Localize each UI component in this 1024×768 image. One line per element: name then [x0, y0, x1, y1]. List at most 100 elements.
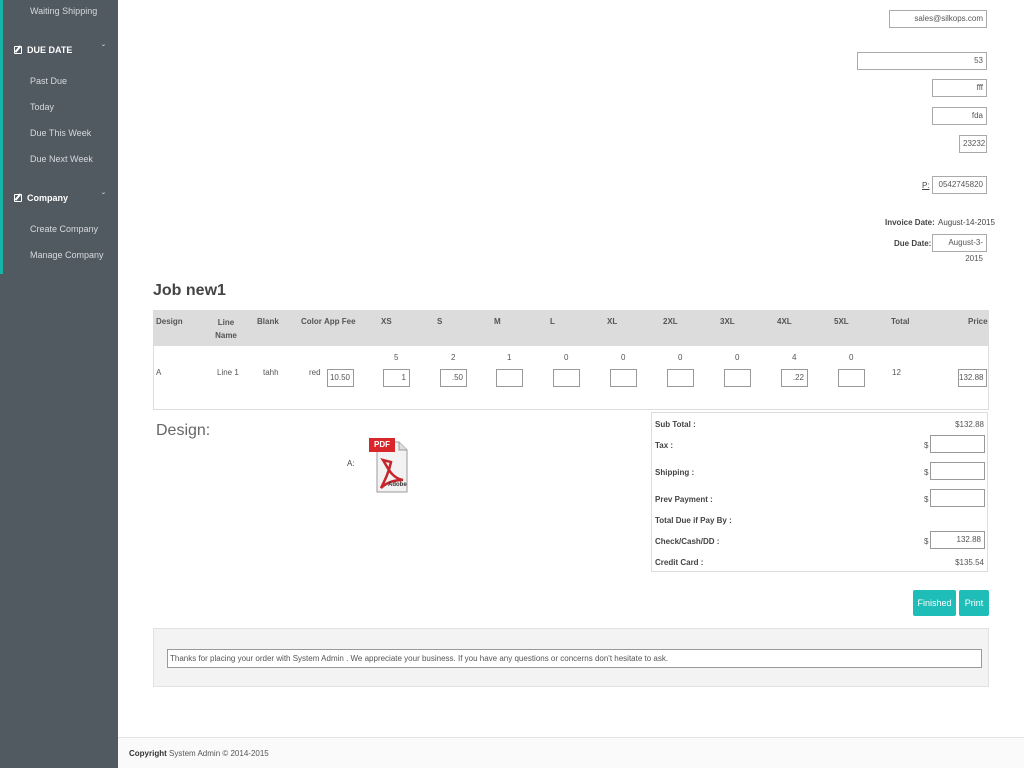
th-app-fee: App Fee	[324, 317, 356, 326]
td-blank: tahh	[263, 368, 279, 377]
price-input-5xl[interactable]	[838, 369, 865, 387]
price-input-s[interactable]: .50	[440, 369, 467, 387]
subtotal-value: $132.88	[955, 420, 984, 429]
sidebar-item-due-this-week[interactable]: Due This Week	[30, 128, 91, 138]
copyright-text: System Admin © 2014-2015	[169, 749, 269, 758]
address-field[interactable]: 53	[857, 52, 987, 70]
subtotal-label: Sub Total :	[655, 420, 696, 429]
th-s: S	[437, 317, 443, 326]
shipping-currency: $	[924, 468, 929, 477]
print-button[interactable]: Print	[959, 590, 989, 616]
price-input-2xl[interactable]	[667, 369, 694, 387]
thanks-message-input[interactable]: Thanks for placing your order with Syste…	[167, 649, 982, 668]
qty-2xl: 0	[678, 353, 683, 362]
app-fee-input[interactable]: 10.50	[327, 369, 354, 387]
qty-5xl: 0	[849, 353, 854, 362]
tax-label: Tax :	[655, 441, 674, 450]
sidebar-item-create-company[interactable]: Create Company	[30, 224, 98, 234]
sidebar-item-due-next-week[interactable]: Due Next Week	[30, 154, 93, 164]
sidebar: Waiting Shipping DUE DATE ˇ Past Due Tod…	[0, 0, 118, 768]
price-input-l[interactable]	[553, 369, 580, 387]
th-5xl: 5XL	[834, 317, 849, 326]
pdf-icon[interactable]: PDF Adobe	[369, 436, 409, 494]
design-label: A:	[347, 459, 355, 468]
price-input-3xl[interactable]	[724, 369, 751, 387]
qty-s: 2	[451, 353, 456, 362]
price-input[interactable]: 132.88	[958, 369, 987, 387]
th-design: Design	[156, 317, 183, 326]
check-label: Check/Cash/DD :	[655, 537, 720, 546]
price-input-xs[interactable]: 1	[383, 369, 410, 387]
due-date-label: Due Date:	[894, 239, 932, 248]
qty-4xl: 4	[792, 353, 797, 362]
finished-button[interactable]: Finished	[913, 590, 956, 616]
chevron-down-icon: ˇ	[102, 44, 105, 53]
qty-m: 1	[507, 353, 512, 362]
footer: Copyright System Admin © 2014-2015	[118, 737, 1024, 768]
phone-field[interactable]: 0542745820	[932, 176, 987, 194]
city-field[interactable]: fff	[932, 79, 987, 97]
sidebar-section-label: DUE DATE	[27, 45, 73, 55]
shipping-input[interactable]	[930, 462, 985, 480]
edit-icon	[14, 194, 22, 202]
phone-label: P:	[922, 181, 930, 190]
th-total: Total	[891, 317, 910, 326]
th-line-name: Line Name	[215, 318, 237, 340]
qty-xl: 0	[621, 353, 626, 362]
sidebar-section-due-date[interactable]: DUE DATE ˇ	[14, 44, 105, 55]
invoice-date-value: August-14-2015	[938, 218, 995, 227]
credit-value: $135.54	[955, 558, 984, 567]
price-input-xl[interactable]	[610, 369, 637, 387]
invoice-date-label: Invoice Date:	[885, 218, 935, 227]
td-color: red	[309, 368, 321, 377]
th-l: L	[550, 317, 555, 326]
sidebar-accent	[0, 0, 3, 274]
zip-field[interactable]: 23232	[959, 135, 987, 153]
th-4xl: 4XL	[777, 317, 792, 326]
price-input-m[interactable]	[496, 369, 523, 387]
total-due-label: Total Due if Pay By :	[655, 516, 732, 525]
prev-payment-label: Prev Payment :	[655, 495, 713, 504]
th-m: M	[494, 317, 501, 326]
credit-label: Credit Card :	[655, 558, 704, 567]
tax-input[interactable]	[930, 435, 985, 453]
prev-payment-input[interactable]	[930, 489, 985, 507]
sidebar-item-today[interactable]: Today	[30, 102, 54, 112]
state-field[interactable]: fda	[932, 107, 987, 125]
pdf-badge: PDF	[374, 440, 390, 449]
qty-3xl: 0	[735, 353, 740, 362]
prev-payment-currency: $	[924, 495, 929, 504]
th-price: Price	[968, 317, 988, 326]
table-row: A Line 1 tahh red 10.50 5 1 2 .50 1 0 0 …	[153, 346, 989, 410]
sidebar-section-company[interactable]: Company ˇ	[14, 192, 105, 203]
edit-icon	[14, 46, 22, 54]
th-xs: XS	[381, 317, 392, 326]
th-2xl: 2XL	[663, 317, 678, 326]
chevron-down-icon: ˇ	[102, 192, 105, 201]
qty-l: 0	[564, 353, 569, 362]
sidebar-item-manage-company[interactable]: Manage Company	[30, 250, 104, 260]
th-xl: XL	[607, 317, 618, 326]
job-title: Job new1	[153, 282, 226, 299]
sidebar-item-waiting-shipping[interactable]: Waiting Shipping	[30, 6, 97, 16]
th-blank: Blank	[257, 317, 279, 326]
invoice-summary: Sub Total : $132.88 Tax : $ Shipping : $…	[651, 412, 988, 572]
check-currency: $	[924, 537, 929, 546]
tax-currency: $	[924, 441, 929, 450]
adobe-label: Adobe	[388, 482, 407, 488]
sidebar-section-label: Company	[27, 193, 69, 203]
design-title: Design:	[156, 422, 211, 439]
thanks-panel: Thanks for placing your order with Syste…	[153, 628, 989, 687]
email-field[interactable]: sales@silkops.com	[889, 10, 987, 28]
check-input[interactable]: 132.88	[930, 531, 985, 549]
qty-xs: 5	[394, 353, 399, 362]
price-input-4xl[interactable]: .22	[781, 369, 808, 387]
td-line-name: Line 1	[217, 368, 239, 377]
sidebar-item-past-due[interactable]: Past Due	[30, 76, 67, 86]
th-3xl: 3XL	[720, 317, 735, 326]
due-date-field[interactable]: August-3-2015	[932, 234, 987, 263]
shipping-label: Shipping :	[655, 468, 695, 477]
copyright-label: Copyright	[129, 749, 167, 758]
th-color: Color	[301, 317, 322, 326]
td-design: A	[156, 368, 162, 377]
